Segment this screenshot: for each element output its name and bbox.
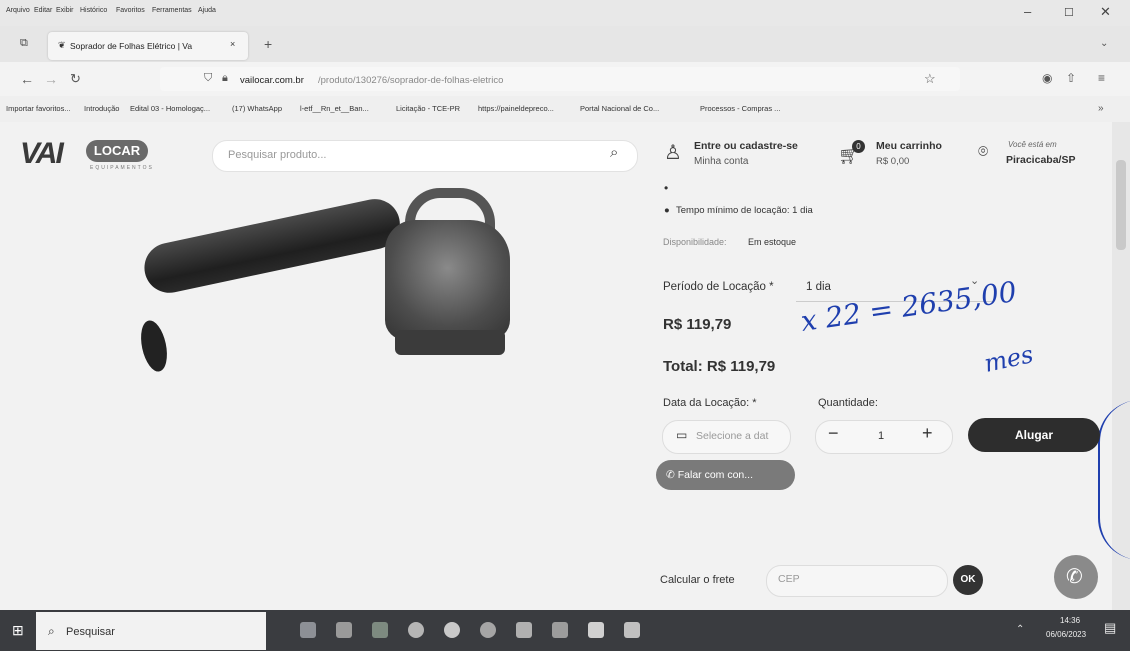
bookmark-item[interactable]: Portal Nacional de Co... (580, 104, 659, 113)
back-icon[interactable]: ← (20, 71, 34, 87)
lock-icon[interactable]: 🔒︎ (222, 72, 228, 85)
menu-favoritos[interactable]: Favoritos (116, 7, 145, 14)
location-title: Você está em (1008, 140, 1057, 149)
handwritten-stroke (1098, 400, 1130, 560)
product-image-engine (385, 220, 510, 340)
page-content (0, 122, 1112, 610)
logo[interactable]: VAI (20, 137, 64, 171)
total-price: Total: R$ 119,79 (663, 358, 776, 375)
rent-button[interactable]: Alugar (968, 418, 1100, 452)
taskbar-app-icon[interactable] (336, 622, 352, 638)
taskbar-app-icon[interactable] (516, 622, 532, 638)
whatsapp-icon: ✆ (666, 469, 675, 481)
cart-count-badge: 0 (852, 140, 865, 153)
taskbar-search-placeholder: Pesquisar (66, 626, 115, 638)
cep-placeholder: CEP (778, 573, 800, 585)
bullet-icon: • (664, 181, 669, 195)
cart-value: R$ 0,00 (876, 156, 910, 167)
location-city[interactable]: Piracicaba/SP (1006, 154, 1075, 166)
account-title[interactable]: Entre ou cadastre-se (694, 140, 798, 152)
bookmark-item[interactable]: Licitação - TCE-PR (396, 104, 460, 113)
url-domain: vailocar.com.br (240, 75, 304, 86)
menu-editar[interactable]: Editar (34, 7, 52, 14)
taskbar-app-icon[interactable] (480, 622, 496, 638)
maximize-icon[interactable]: ☐ (1064, 6, 1074, 19)
cart-title[interactable]: Meu carrinho (876, 140, 942, 152)
whatsapp-float-button[interactable]: ✆ (1054, 555, 1098, 599)
taskbar-app-icon[interactable] (444, 622, 460, 638)
info-icon: ● (664, 205, 670, 216)
bookmark-item[interactable]: Edital 03 - Homologaç... (130, 104, 210, 113)
minus-icon[interactable]: − (828, 423, 839, 444)
menu-ferramentas[interactable]: Ferramentas (152, 7, 192, 14)
tray-chevron-icon[interactable]: ⌃ (1016, 624, 1024, 635)
location-pin-icon[interactable]: ⌾ (978, 142, 988, 162)
plus-icon[interactable]: + (922, 423, 933, 444)
user-icon[interactable]: ♙ (664, 140, 682, 165)
tab-list-icon[interactable]: ⧉ (20, 37, 28, 50)
bookmark-item[interactable]: Importar favoritos... (6, 104, 71, 113)
search-placeholder: Pesquisar produto... (228, 149, 327, 161)
forward-icon[interactable]: → (44, 71, 58, 87)
clock-date[interactable]: 06/06/2023 (1046, 630, 1086, 639)
period-label: Período de Locação * (663, 281, 774, 293)
minimize-icon[interactable]: – (1024, 4, 1031, 19)
taskbar-app-icon[interactable] (624, 622, 640, 638)
ok-button[interactable]: OK (953, 565, 983, 595)
logo-subtitle: EQUIPAMENTOS (90, 165, 154, 171)
unit-price: R$ 119,79 (663, 316, 732, 333)
product-image-base (395, 330, 505, 355)
menu-ajuda[interactable]: Ajuda (198, 7, 216, 14)
bookmark-item[interactable]: Processos - Compras ... (700, 104, 780, 113)
quantity-value[interactable]: 1 (878, 430, 884, 442)
scrollbar-thumb[interactable] (1116, 160, 1126, 250)
url-path: /produto/130276/soprador-de-folhas-eletr… (318, 75, 504, 86)
bookmark-item[interactable]: (17) WhatsApp (232, 104, 282, 113)
notification-icon[interactable]: ▤ (1104, 620, 1116, 636)
new-tab-icon[interactable]: + (264, 36, 272, 52)
talk-to-consultant-button[interactable]: ✆ Falar com con... (656, 460, 795, 490)
taskbar-app-icon[interactable] (588, 622, 604, 638)
tab-favicon-icon: ❦ (58, 40, 66, 50)
bookmark-item[interactable]: https://paineldepreco... (478, 104, 554, 113)
bookmark-item[interactable]: l-etf__Rn_et__Ban... (300, 104, 369, 113)
menu-exibir[interactable]: Exibir (56, 7, 74, 14)
search-icon[interactable]: ⌕ (610, 144, 618, 161)
tab-close-icon[interactable]: × (230, 39, 235, 49)
menu-historico[interactable]: Histórico (80, 7, 107, 14)
date-label: Data da Locação: * (663, 397, 757, 409)
windows-start-icon[interactable]: ⊞ (12, 622, 24, 639)
bookmark-item[interactable]: Introdução (84, 104, 119, 113)
talk-button-label: Falar com con... (677, 469, 754, 481)
calendar-icon: ▭ (676, 428, 688, 442)
whatsapp-icon: ✆ (1066, 566, 1083, 588)
tab-title: Soprador de Folhas Elétrico | Va (70, 41, 193, 51)
chevron-down-icon[interactable]: ⌄ (1100, 38, 1108, 49)
reload-icon[interactable]: ↻ (70, 71, 81, 87)
date-placeholder: Selecione a dat (696, 430, 769, 442)
taskbar-app-icon[interactable] (372, 622, 388, 638)
logo-pill: LOCAR (86, 140, 148, 162)
shield-icon[interactable]: ⛉ (204, 72, 212, 85)
more-bookmarks-icon[interactable]: » (1098, 103, 1104, 114)
extensions-icon[interactable]: ⇧ (1066, 71, 1076, 85)
min-rental-time: Tempo mínimo de locação: 1 dia (676, 205, 813, 216)
availability-value: Em estoque (748, 237, 797, 247)
account-subtitle[interactable]: Minha conta (694, 156, 748, 167)
period-value: 1 dia (806, 281, 831, 293)
search-icon: ⌕ (48, 624, 55, 638)
close-window-icon[interactable]: ✕ (1100, 4, 1111, 20)
taskbar-app-icon[interactable] (552, 622, 568, 638)
taskbar-app-icon[interactable] (300, 622, 316, 638)
menu-icon[interactable]: ≡ (1098, 71, 1105, 85)
menu-arquivo[interactable]: Arquivo (6, 7, 30, 14)
taskbar-app-icon[interactable] (408, 622, 424, 638)
account-icon[interactable]: ◉ (1042, 71, 1052, 85)
availability-label: Disponibilidade: (663, 237, 727, 247)
clock-time[interactable]: 14:36 (1060, 616, 1080, 625)
freight-label: Calcular o frete (660, 574, 735, 586)
quantity-label: Quantidade: (818, 397, 878, 409)
star-icon[interactable]: ☆ (924, 71, 936, 87)
